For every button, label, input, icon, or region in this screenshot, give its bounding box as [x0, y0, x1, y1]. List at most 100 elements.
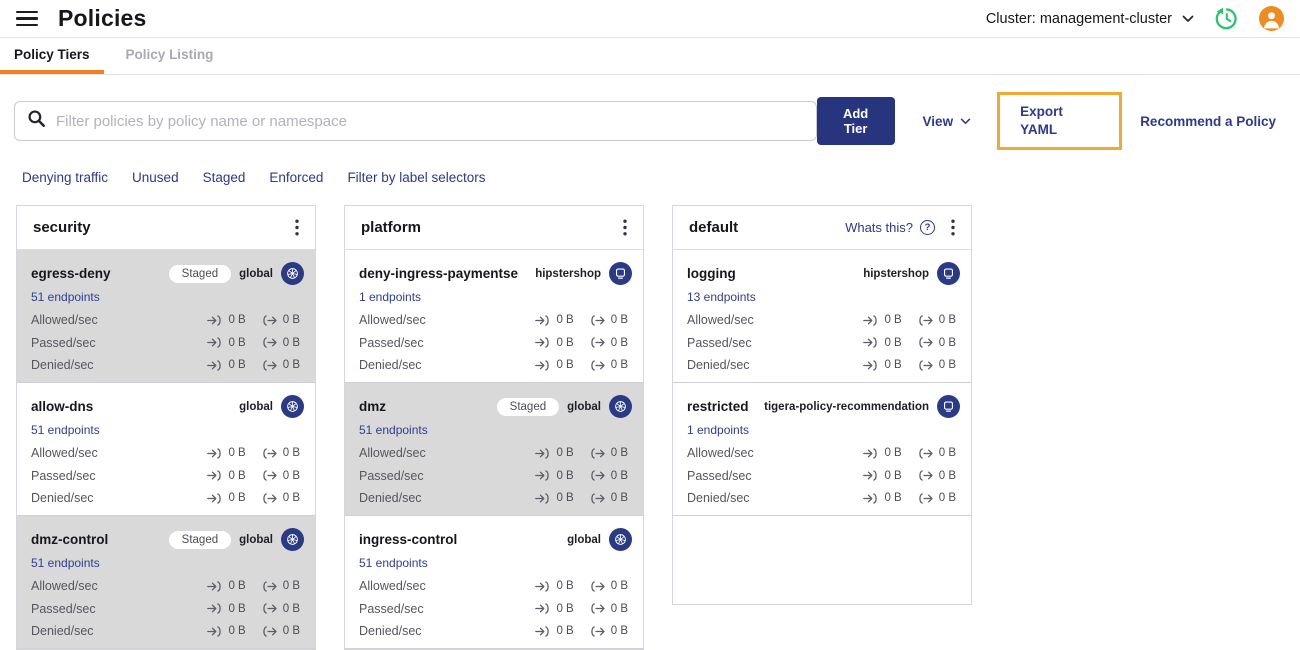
tier-header: platform: [345, 206, 643, 250]
metric-label: Passed/sec: [31, 335, 96, 350]
ingress-icon: [207, 360, 222, 371]
endpoints-link[interactable]: 51 endpoints: [31, 423, 100, 437]
policy-metrics: Allowed/sec 0 B 0 B Passed/sec 0 B 0 B D…: [359, 575, 632, 643]
egress-icon: [263, 493, 277, 504]
egress-icon: [591, 360, 605, 371]
filter-by-label-selectors[interactable]: Filter by label selectors: [347, 170, 485, 185]
filter-enforced[interactable]: Enforced: [269, 170, 323, 185]
history-icon[interactable]: [1214, 6, 1239, 31]
endpoints-link[interactable]: 13 endpoints: [687, 290, 756, 304]
filter-denying-traffic[interactable]: Denying traffic: [22, 170, 108, 185]
egress-icon: [591, 626, 605, 637]
policy-scope-label: global: [239, 400, 273, 413]
ingress-icon: [863, 360, 878, 371]
metric-egress: 0 B: [261, 336, 300, 349]
endpoints-link[interactable]: 51 endpoints: [359, 556, 428, 570]
egress-value: 0 B: [282, 625, 300, 638]
metric-row: Passed/sec 0 B 0 B: [687, 332, 960, 355]
metric-row: Denied/sec 0 B 0 B: [359, 487, 632, 510]
policy-card[interactable]: dmz-control Staged global 51 endpoints A…: [17, 516, 315, 649]
endpoints-link[interactable]: 51 endpoints: [31, 556, 100, 570]
ingress-value: 0 B: [228, 336, 246, 349]
policy-scope-label: global: [239, 533, 273, 546]
policy-card[interactable]: restricted tigera-policy-recommendation …: [673, 383, 971, 516]
metric-label: Passed/sec: [359, 601, 424, 616]
search-icon: [27, 109, 46, 133]
metric-egress: 0 B: [261, 602, 300, 615]
kebab-menu-icon[interactable]: [291, 217, 303, 238]
policy-card[interactable]: deny-ingress-paymentservi... hipstershop…: [345, 250, 643, 383]
egress-icon: [263, 626, 277, 637]
view-dropdown[interactable]: View: [923, 114, 972, 129]
help-circle-icon: ?: [920, 220, 935, 235]
policy-metrics: Allowed/sec 0 B 0 B Passed/sec 0 B 0 B D…: [359, 309, 632, 377]
endpoints-link[interactable]: 1 endpoints: [359, 290, 421, 304]
endpoints-link[interactable]: 51 endpoints: [31, 290, 100, 304]
ingress-icon: [535, 448, 550, 459]
kebab-menu-icon[interactable]: [947, 217, 959, 238]
metric-ingress: 0 B: [862, 447, 902, 460]
tier-cards: egress-deny Staged global 51 endpoints A…: [17, 250, 315, 649]
metric-row: Denied/sec 0 B 0 B: [687, 487, 960, 510]
policy-name: dmz-control: [31, 532, 109, 547]
endpoints-link[interactable]: 1 endpoints: [687, 423, 749, 437]
ingress-value: 0 B: [228, 469, 246, 482]
export-yaml-label: Export YAML: [1020, 104, 1063, 137]
metric-row: Denied/sec 0 B 0 B: [687, 354, 960, 377]
egress-icon: [919, 470, 933, 481]
metric-ingress: 0 B: [534, 580, 574, 593]
metric-egress: 0 B: [917, 492, 956, 505]
ingress-icon: [207, 603, 222, 614]
policy-card[interactable]: dmz Staged global 51 endpoints Allowed/s…: [345, 383, 643, 516]
metric-label: Allowed/sec: [359, 313, 426, 328]
policy-card[interactable]: egress-deny Staged global 51 endpoints A…: [17, 250, 315, 383]
metric-label: Denied/sec: [359, 491, 422, 506]
tab-policy-tiers[interactable]: Policy Tiers: [0, 38, 104, 74]
policy-name: egress-deny: [31, 266, 111, 281]
metric-ingress: 0 B: [534, 314, 574, 327]
tier-columns: security egress-deny Staged global 51 en…: [0, 199, 1300, 650]
metric-label: Denied/sec: [687, 358, 750, 373]
search-input[interactable]: [56, 112, 804, 130]
cluster-selector[interactable]: Cluster: management-cluster: [986, 11, 1194, 27]
metric-label: Passed/sec: [687, 335, 752, 350]
metric-egress: 0 B: [917, 469, 956, 482]
add-tier-button[interactable]: Add Tier: [816, 97, 895, 145]
ingress-value: 0 B: [228, 359, 246, 372]
metric-row: Passed/sec 0 B 0 B: [31, 332, 304, 355]
egress-value: 0 B: [282, 314, 300, 327]
tier-title: security: [33, 219, 91, 236]
ingress-value: 0 B: [556, 359, 574, 372]
metric-label: Allowed/sec: [31, 446, 98, 461]
ingress-icon: [863, 315, 878, 326]
metric-label: Denied/sec: [31, 624, 94, 639]
ingress-value: 0 B: [556, 492, 574, 505]
ingress-value: 0 B: [884, 447, 902, 460]
policy-card[interactable]: logging hipstershop 13 endpoints Allowed…: [673, 250, 971, 383]
metric-row: Denied/sec 0 B 0 B: [359, 620, 632, 643]
recommend-policy-button[interactable]: Recommend a Policy: [1132, 106, 1284, 137]
kubernetes-icon: [281, 528, 304, 551]
policy-card[interactable]: allow-dns global 51 endpoints Allowed/se…: [17, 383, 315, 516]
menu-icon[interactable]: [16, 10, 40, 27]
metric-label: Allowed/sec: [687, 313, 754, 328]
endpoints-link[interactable]: 51 endpoints: [359, 423, 428, 437]
chevron-down-icon: [960, 118, 971, 125]
metric-label: Passed/sec: [687, 468, 752, 483]
ingress-icon: [207, 626, 222, 637]
filter-unused[interactable]: Unused: [132, 170, 179, 185]
policy-scope-label: global: [567, 533, 601, 546]
policy-metrics: Allowed/sec 0 B 0 B Passed/sec 0 B 0 B D…: [687, 442, 960, 510]
top-bar-right: Cluster: management-cluster: [986, 6, 1284, 31]
filter-staged[interactable]: Staged: [203, 170, 246, 185]
user-avatar-icon[interactable]: [1259, 6, 1284, 31]
kebab-menu-icon[interactable]: [619, 217, 631, 238]
metric-label: Allowed/sec: [359, 446, 426, 461]
export-yaml-button[interactable]: Export YAML: [997, 92, 1123, 150]
metric-egress: 0 B: [261, 447, 300, 460]
egress-icon: [263, 581, 277, 592]
tier-help-link[interactable]: Whats this? ?: [845, 220, 935, 235]
policy-card[interactable]: ingress-control global 51 endpoints Allo…: [345, 516, 643, 649]
tab-policy-listing[interactable]: Policy Listing: [122, 38, 218, 74]
metric-row: Allowed/sec 0 B 0 B: [359, 575, 632, 598]
